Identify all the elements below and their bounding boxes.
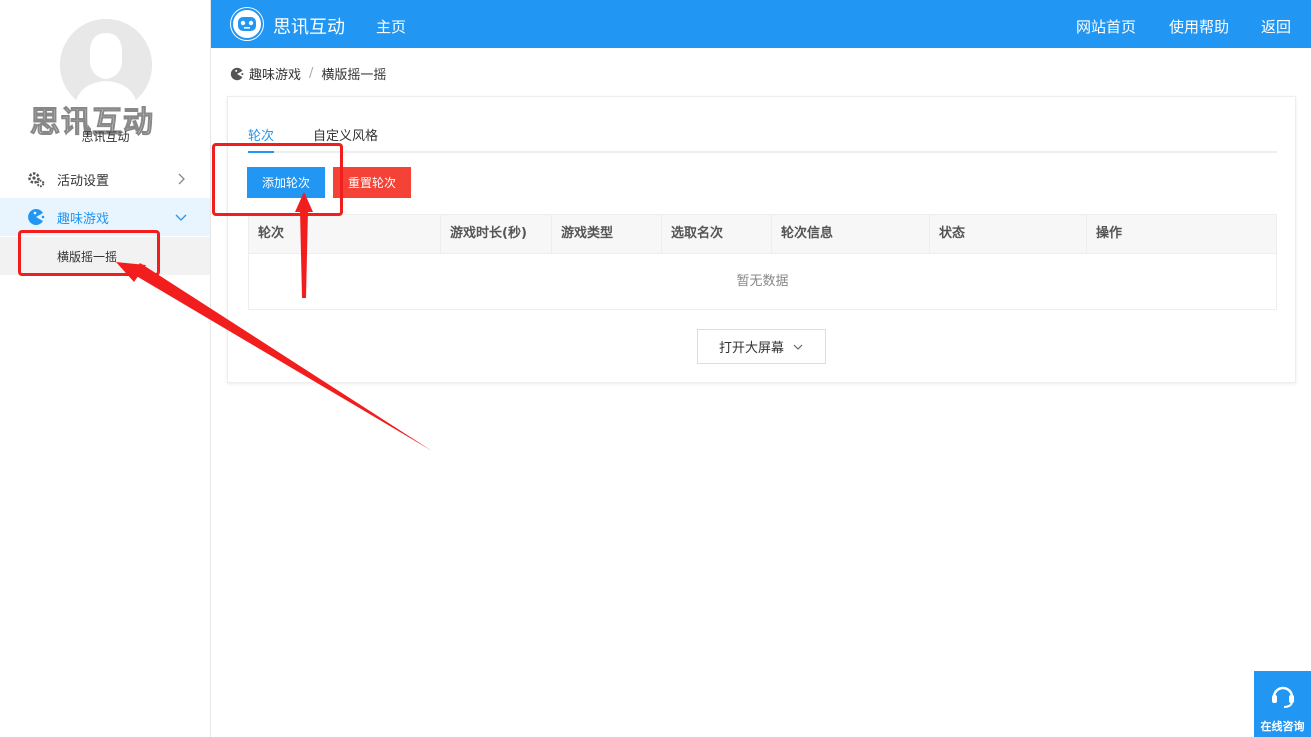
online-consult-label: 在线咨询: [1260, 720, 1305, 733]
chevron-right-icon: [178, 173, 185, 185]
online-consult-widget[interactable]: 在线咨询: [1254, 671, 1311, 737]
org-name: 思讯互动: [81, 130, 130, 144]
sidebar-item-label: 趣味游戏: [57, 211, 110, 227]
brand-name: 思讯互动: [273, 17, 345, 38]
annotation-highlight-box: [212, 143, 343, 216]
column-header: 轮次信息: [772, 215, 930, 253]
breadcrumb-separator: /: [309, 66, 314, 81]
column-header: 选取名次: [662, 215, 772, 253]
chevron-down-icon: [175, 214, 187, 221]
breadcrumb-item-current: 横版摇一摇: [321, 68, 387, 83]
table-header: 轮次 游戏时长(秒) 游戏类型 选取名次 轮次信息 状态 操作: [249, 215, 1276, 253]
column-header: 状态: [930, 215, 1087, 253]
column-header: 游戏类型: [552, 215, 662, 253]
column-header: 操作: [1096, 226, 1123, 241]
column-header: 游戏时长(秒): [441, 215, 552, 253]
open-big-screen-dropdown[interactable]: 打开大屏幕: [697, 329, 826, 364]
breadcrumb-item[interactable]: 趣味游戏: [249, 64, 301, 83]
help-link[interactable]: 使用帮助: [1169, 16, 1229, 37]
pacman-icon: [230, 67, 244, 80]
sidebar-item-activity-settings[interactable]: 活动设置: [0, 160, 210, 198]
breadcrumb: 趣味游戏 / 横版摇一摇: [230, 64, 386, 83]
robot-logo-icon: [230, 7, 264, 41]
gears-icon: [27, 170, 45, 188]
column-header: 轮次: [249, 215, 441, 253]
sidebar-item-label: 活动设置: [57, 173, 110, 189]
tab-bar: 轮次 自定义风格: [248, 125, 1277, 153]
home-link[interactable]: 主页: [376, 16, 406, 37]
pacman-icon: [27, 208, 45, 226]
chevron-down-icon: [793, 344, 803, 350]
annotation-highlight-box: [18, 230, 160, 276]
back-link[interactable]: 返回: [1261, 16, 1291, 37]
reset-round-button[interactable]: 重置轮次: [333, 167, 412, 198]
content-card: 轮次 自定义风格 添加轮次 重置轮次 轮次 游戏时长(秒) 游戏类型 选取名次 …: [227, 96, 1296, 383]
empty-state: 暂无数据: [249, 253, 1276, 309]
open-big-screen-label: 打开大屏幕: [718, 341, 784, 356]
rounds-table: 轮次 游戏时长(秒) 游戏类型 选取名次 轮次信息 状态 操作 暂无数据: [248, 214, 1277, 310]
website-home-link[interactable]: 网站首页: [1076, 16, 1136, 37]
top-header: 思讯互动 主页 网站首页 使用帮助 返回: [211, 0, 1311, 48]
sidebar: 思讯互动 思讯互动 活动设置 趣味游戏 横版摇一摇: [0, 0, 211, 737]
headset-icon: [1271, 686, 1294, 708]
